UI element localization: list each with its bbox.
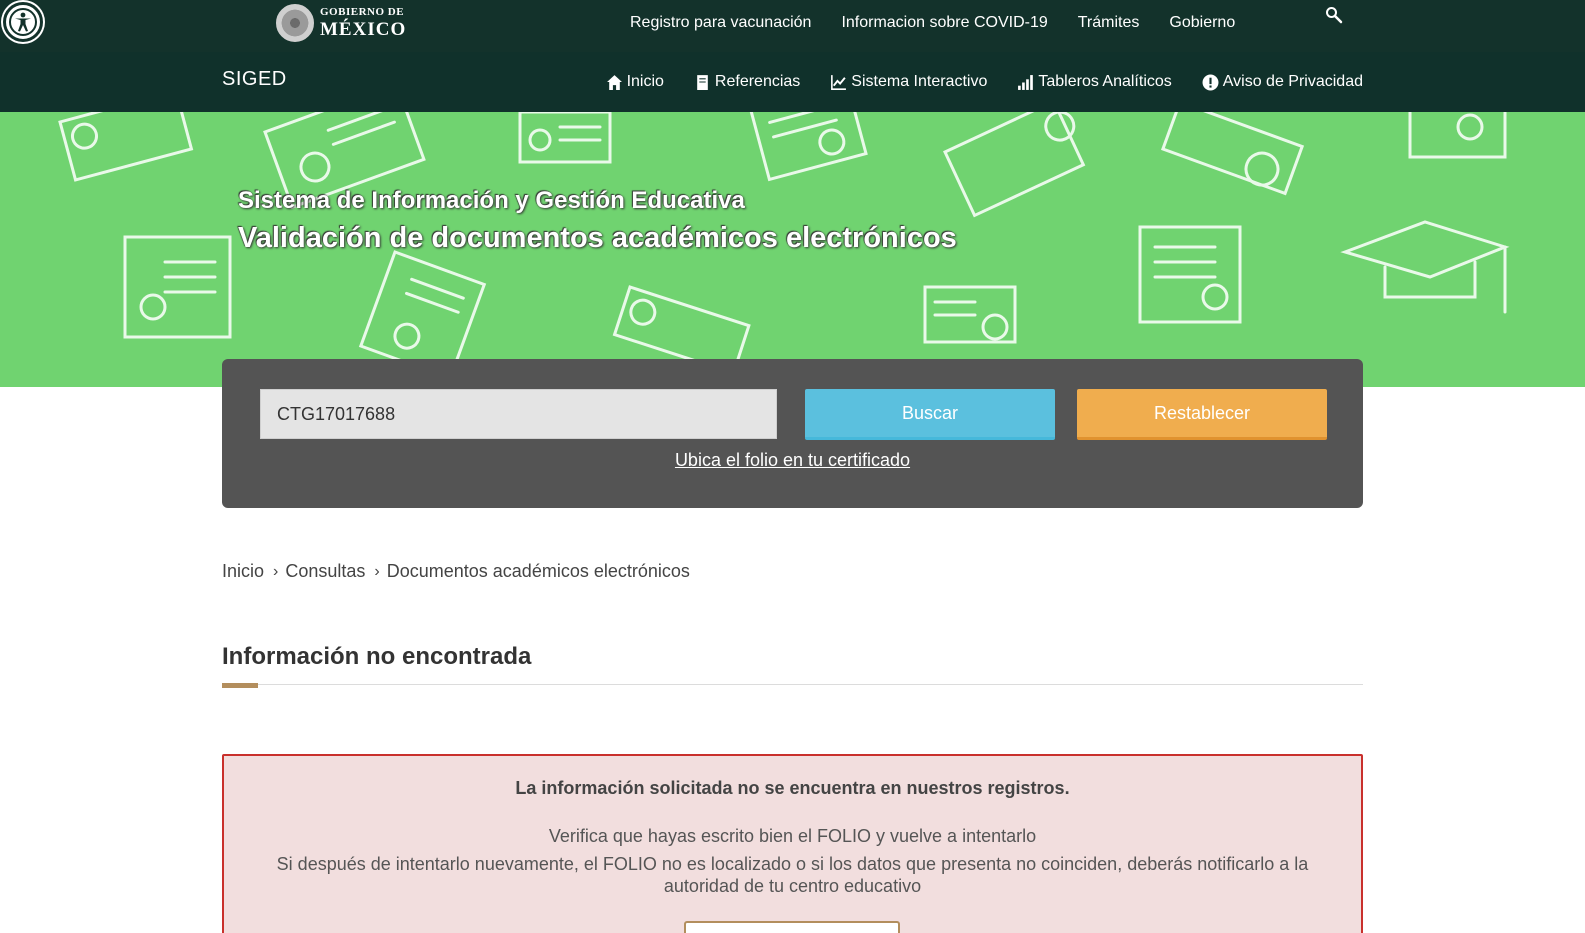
nav-tableros-analiticos-label: Tableros Analíticos: [1038, 73, 1172, 90]
line-chart-icon: [831, 74, 847, 90]
gov-nav-tramites[interactable]: Trámites: [1078, 14, 1140, 32]
nav-referencias-label: Referencias: [714, 73, 801, 90]
gov-nav: Registro para vacunación Informacion sob…: [630, 14, 1265, 32]
breadcrumb: Inicio › Consultas › Documentos académic…: [222, 561, 690, 582]
search-button[interactable]: Buscar: [805, 389, 1055, 440]
gov-nav-covid[interactable]: Informacion sobre COVID-19: [841, 14, 1047, 32]
accessibility-button[interactable]: [3, 2, 43, 42]
nav-sistema-interactivo-label: Sistema Interactivo: [851, 73, 988, 90]
book-icon: [697, 74, 708, 90]
divider: [222, 684, 1363, 685]
search-icon[interactable]: [1325, 6, 1343, 24]
nav-sistema-interactivo[interactable]: Sistema Interactivo: [830, 73, 987, 91]
gov-nav-vacunacion[interactable]: Registro para vacunación: [630, 14, 811, 32]
logo-line1: GOBIERNO DE: [320, 6, 405, 18]
folio-input[interactable]: [260, 389, 777, 439]
reset-button[interactable]: Restablecer: [1077, 389, 1327, 440]
breadcrumb-inicio[interactable]: Inicio: [222, 561, 264, 582]
nav-referencias[interactable]: Referencias: [694, 73, 800, 91]
alert-action-button[interactable]: [684, 921, 900, 933]
alert-line1: Verifica que hayas escrito bien el FOLIO…: [548, 826, 1037, 846]
breadcrumb-documentos: Documentos académicos electrónicos: [386, 561, 690, 581]
nav-inicio[interactable]: Inicio: [606, 73, 664, 91]
folio-help-link[interactable]: Ubica el folio en tu certificado: [222, 450, 1363, 471]
chevron-right-icon: ›: [273, 562, 279, 580]
nav-aviso-privacidad[interactable]: Aviso de Privacidad: [1202, 73, 1363, 91]
exclamation-circle-icon: [1202, 74, 1219, 90]
home-icon: [606, 74, 622, 90]
siged-brand[interactable]: SIGED: [222, 68, 287, 91]
gov-nav-gobierno[interactable]: Gobierno: [1169, 14, 1235, 32]
gobierno-mexico-logo[interactable]: GOBIERNO DE MÉXICO: [276, 3, 406, 43]
nav-inicio-label: Inicio: [626, 73, 664, 90]
page-title: Información no encontrada: [222, 643, 532, 670]
national-seal-icon: [276, 4, 314, 42]
logo-line2: MÉXICO: [320, 19, 407, 40]
nav-aviso-privacidad-label: Aviso de Privacidad: [1222, 73, 1363, 90]
alert-heading: La información solicitada no se encuentr…: [515, 778, 1070, 798]
hero-subtitle: Sistema de Información y Gestión Educati…: [238, 187, 745, 214]
breadcrumb-consultas[interactable]: Consultas: [285, 561, 365, 582]
alert-line2: Si después de intentarlo nuevamente, el …: [276, 854, 1309, 896]
hero-title: Validación de documentos académicos elec…: [238, 222, 957, 254]
signal-bars-icon: [1018, 74, 1034, 90]
hero-banner: Sistema de Información y Gestión Educati…: [0, 112, 1585, 387]
gov-header: GOBIERNO DE MÉXICO Registro para vacunac…: [0, 0, 1585, 52]
error-alert: La información solicitada no se encuentr…: [222, 754, 1363, 933]
chevron-right-icon: ›: [374, 562, 380, 580]
main-nav: Inicio Referencias Sistema Interactivo T…: [576, 73, 1363, 91]
siged-navbar: SIGED Inicio Referencias Sistema Interac…: [0, 52, 1585, 112]
accessibility-icon: [9, 8, 37, 36]
title-accent-bar: [222, 683, 258, 688]
search-panel: Buscar Restablecer Ubica el folio en tu …: [222, 359, 1363, 508]
nav-tableros-analiticos[interactable]: Tableros Analíticos: [1017, 73, 1172, 91]
